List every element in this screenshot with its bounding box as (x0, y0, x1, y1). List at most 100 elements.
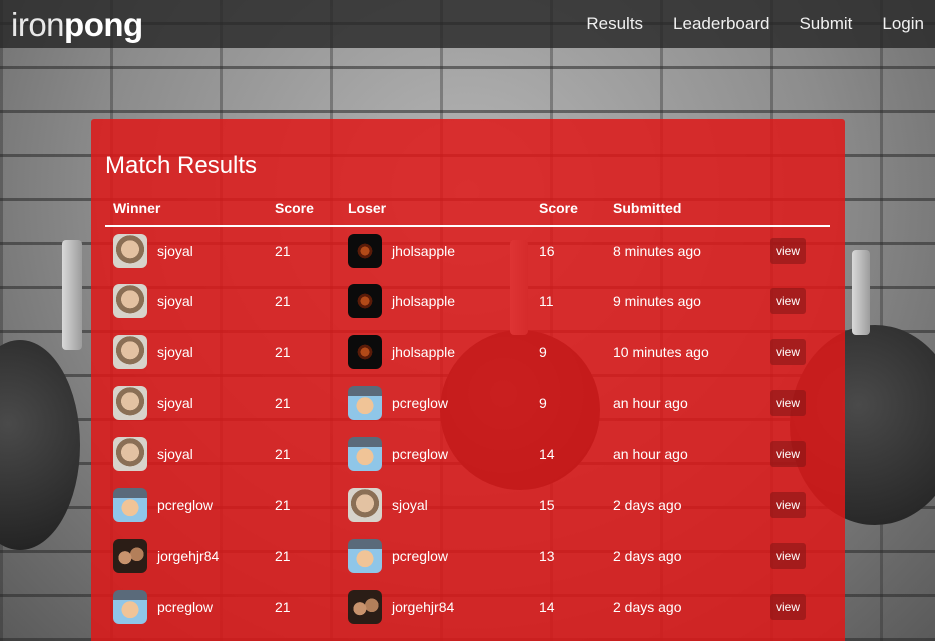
loser-player[interactable]: jorgehjr84 (348, 589, 531, 624)
loser-score: 11 (539, 292, 554, 309)
winner-name[interactable]: sjoyal (157, 446, 193, 462)
loser-player[interactable]: jholsapple (348, 283, 531, 318)
winner-cell: sjoyal (105, 377, 267, 428)
table-row: sjoyal 21 jholsapple 11 9 minutes ago view (105, 275, 830, 326)
loser-name[interactable]: jholsapple (392, 243, 455, 259)
view-button[interactable]: view (770, 440, 807, 467)
loser-cell: jholsapple (340, 326, 531, 377)
avatar (348, 234, 382, 268)
submitted-time: 2 days ago (613, 496, 682, 513)
winner-name[interactable]: pcreglow (157, 599, 213, 615)
results-table: Winner Score Loser Score Submitted sjoya… (105, 191, 830, 632)
winner-player[interactable]: pcreglow (113, 589, 267, 624)
winner-player[interactable]: sjoyal (113, 334, 267, 369)
avatar (348, 385, 382, 420)
loser-cell: jholsapple (340, 226, 531, 275)
avatar (348, 334, 382, 369)
loser-name[interactable]: jorgehjr84 (392, 599, 454, 615)
table-row: sjoyal 21 jholsapple 16 8 minutes ago view (105, 226, 830, 275)
avatar (113, 334, 147, 369)
header-loser: Loser (340, 191, 531, 227)
action-cell: view (758, 479, 830, 530)
nav-links: Results Leaderboard Submit Login (556, 14, 924, 34)
loser-player[interactable]: pcreglow (348, 385, 531, 420)
loser-player[interactable]: sjoyal (348, 487, 531, 522)
avatar (113, 589, 147, 624)
submitted-time: 9 minutes ago (613, 292, 701, 309)
nav-link-login[interactable]: Login (882, 14, 924, 34)
avatar (113, 283, 147, 318)
view-button[interactable]: view (770, 389, 807, 416)
loser-score: 9 (539, 343, 547, 360)
table-row: pcreglow 21 sjoyal 15 2 days ago view (105, 479, 830, 530)
navbar: iron pong Results Leaderboard Submit Logi… (0, 0, 935, 48)
loser-name[interactable]: pcreglow (392, 548, 448, 564)
action-cell: view (758, 275, 830, 326)
loser-cell: jorgehjr84 (340, 581, 531, 632)
loser-score: 13 (539, 547, 555, 564)
winner-score: 21 (275, 243, 291, 259)
winner-score: 21 (275, 292, 291, 309)
view-button[interactable]: view (770, 287, 807, 314)
winner-score: 21 (275, 598, 291, 615)
winner-name[interactable]: sjoyal (157, 395, 193, 411)
action-cell: view (758, 326, 830, 377)
table-row: sjoyal 21 pcreglow 14 an hour ago view (105, 428, 830, 479)
loser-score: 16 (539, 243, 555, 259)
submitted-time: 8 minutes ago (613, 243, 701, 259)
loser-cell: jholsapple (340, 275, 531, 326)
loser-name[interactable]: pcreglow (392, 446, 448, 462)
winner-player[interactable]: jorgehjr84 (113, 538, 267, 573)
winner-name[interactable]: sjoyal (157, 243, 193, 259)
brand-bold-text: pong (64, 5, 143, 43)
nav-link-leaderboard[interactable]: Leaderboard (673, 14, 769, 34)
table-row: jorgehjr84 21 pcreglow 13 2 days ago view (105, 530, 830, 581)
brand-logo[interactable]: iron pong (11, 8, 143, 41)
winner-name[interactable]: pcreglow (157, 497, 213, 513)
winner-name[interactable]: sjoyal (157, 344, 193, 360)
avatar (348, 487, 382, 522)
avatar (348, 589, 382, 624)
nav-link-results[interactable]: Results (586, 14, 643, 34)
brand-light-text: iron (11, 5, 65, 43)
loser-player[interactable]: pcreglow (348, 436, 531, 471)
loser-name[interactable]: jholsapple (392, 293, 455, 309)
winner-name[interactable]: jorgehjr84 (157, 548, 219, 564)
winner-cell: sjoyal (105, 326, 267, 377)
loser-player[interactable]: pcreglow (348, 538, 531, 573)
winner-cell: sjoyal (105, 428, 267, 479)
loser-name[interactable]: jholsapple (392, 344, 455, 360)
winner-player[interactable]: sjoyal (113, 385, 267, 420)
loser-score: 14 (539, 445, 555, 462)
view-button[interactable]: view (770, 542, 807, 569)
loser-player[interactable]: jholsapple (348, 334, 531, 369)
paddle-handle-image (852, 250, 870, 335)
results-body: sjoyal 21 jholsapple 16 8 minutes ago view sjo… (105, 226, 830, 632)
loser-cell: pcreglow (340, 530, 531, 581)
winner-cell: pcreglow (105, 581, 267, 632)
view-button[interactable]: view (770, 491, 807, 518)
table-row: sjoyal 21 pcreglow 9 an hour ago view (105, 377, 830, 428)
loser-name[interactable]: pcreglow (392, 395, 448, 411)
winner-name[interactable]: sjoyal (157, 293, 193, 309)
loser-name[interactable]: sjoyal (392, 497, 428, 513)
loser-player[interactable]: jholsapple (348, 234, 531, 268)
winner-player[interactable]: sjoyal (113, 234, 267, 268)
view-button[interactable]: view (770, 238, 807, 264)
winner-player[interactable]: sjoyal (113, 436, 267, 471)
avatar (113, 436, 147, 471)
action-cell: view (758, 581, 830, 632)
avatar (113, 385, 147, 420)
paddle-image (0, 340, 80, 550)
action-cell: view (758, 530, 830, 581)
view-button[interactable]: view (770, 593, 807, 620)
winner-score: 21 (275, 496, 291, 513)
nav-link-submit[interactable]: Submit (799, 14, 852, 34)
avatar (113, 487, 147, 522)
avatar (113, 538, 147, 573)
table-header-row: Winner Score Loser Score Submitted (105, 191, 830, 227)
winner-score: 21 (275, 445, 291, 462)
winner-player[interactable]: pcreglow (113, 487, 267, 522)
view-button[interactable]: view (770, 338, 807, 365)
winner-player[interactable]: sjoyal (113, 283, 267, 318)
